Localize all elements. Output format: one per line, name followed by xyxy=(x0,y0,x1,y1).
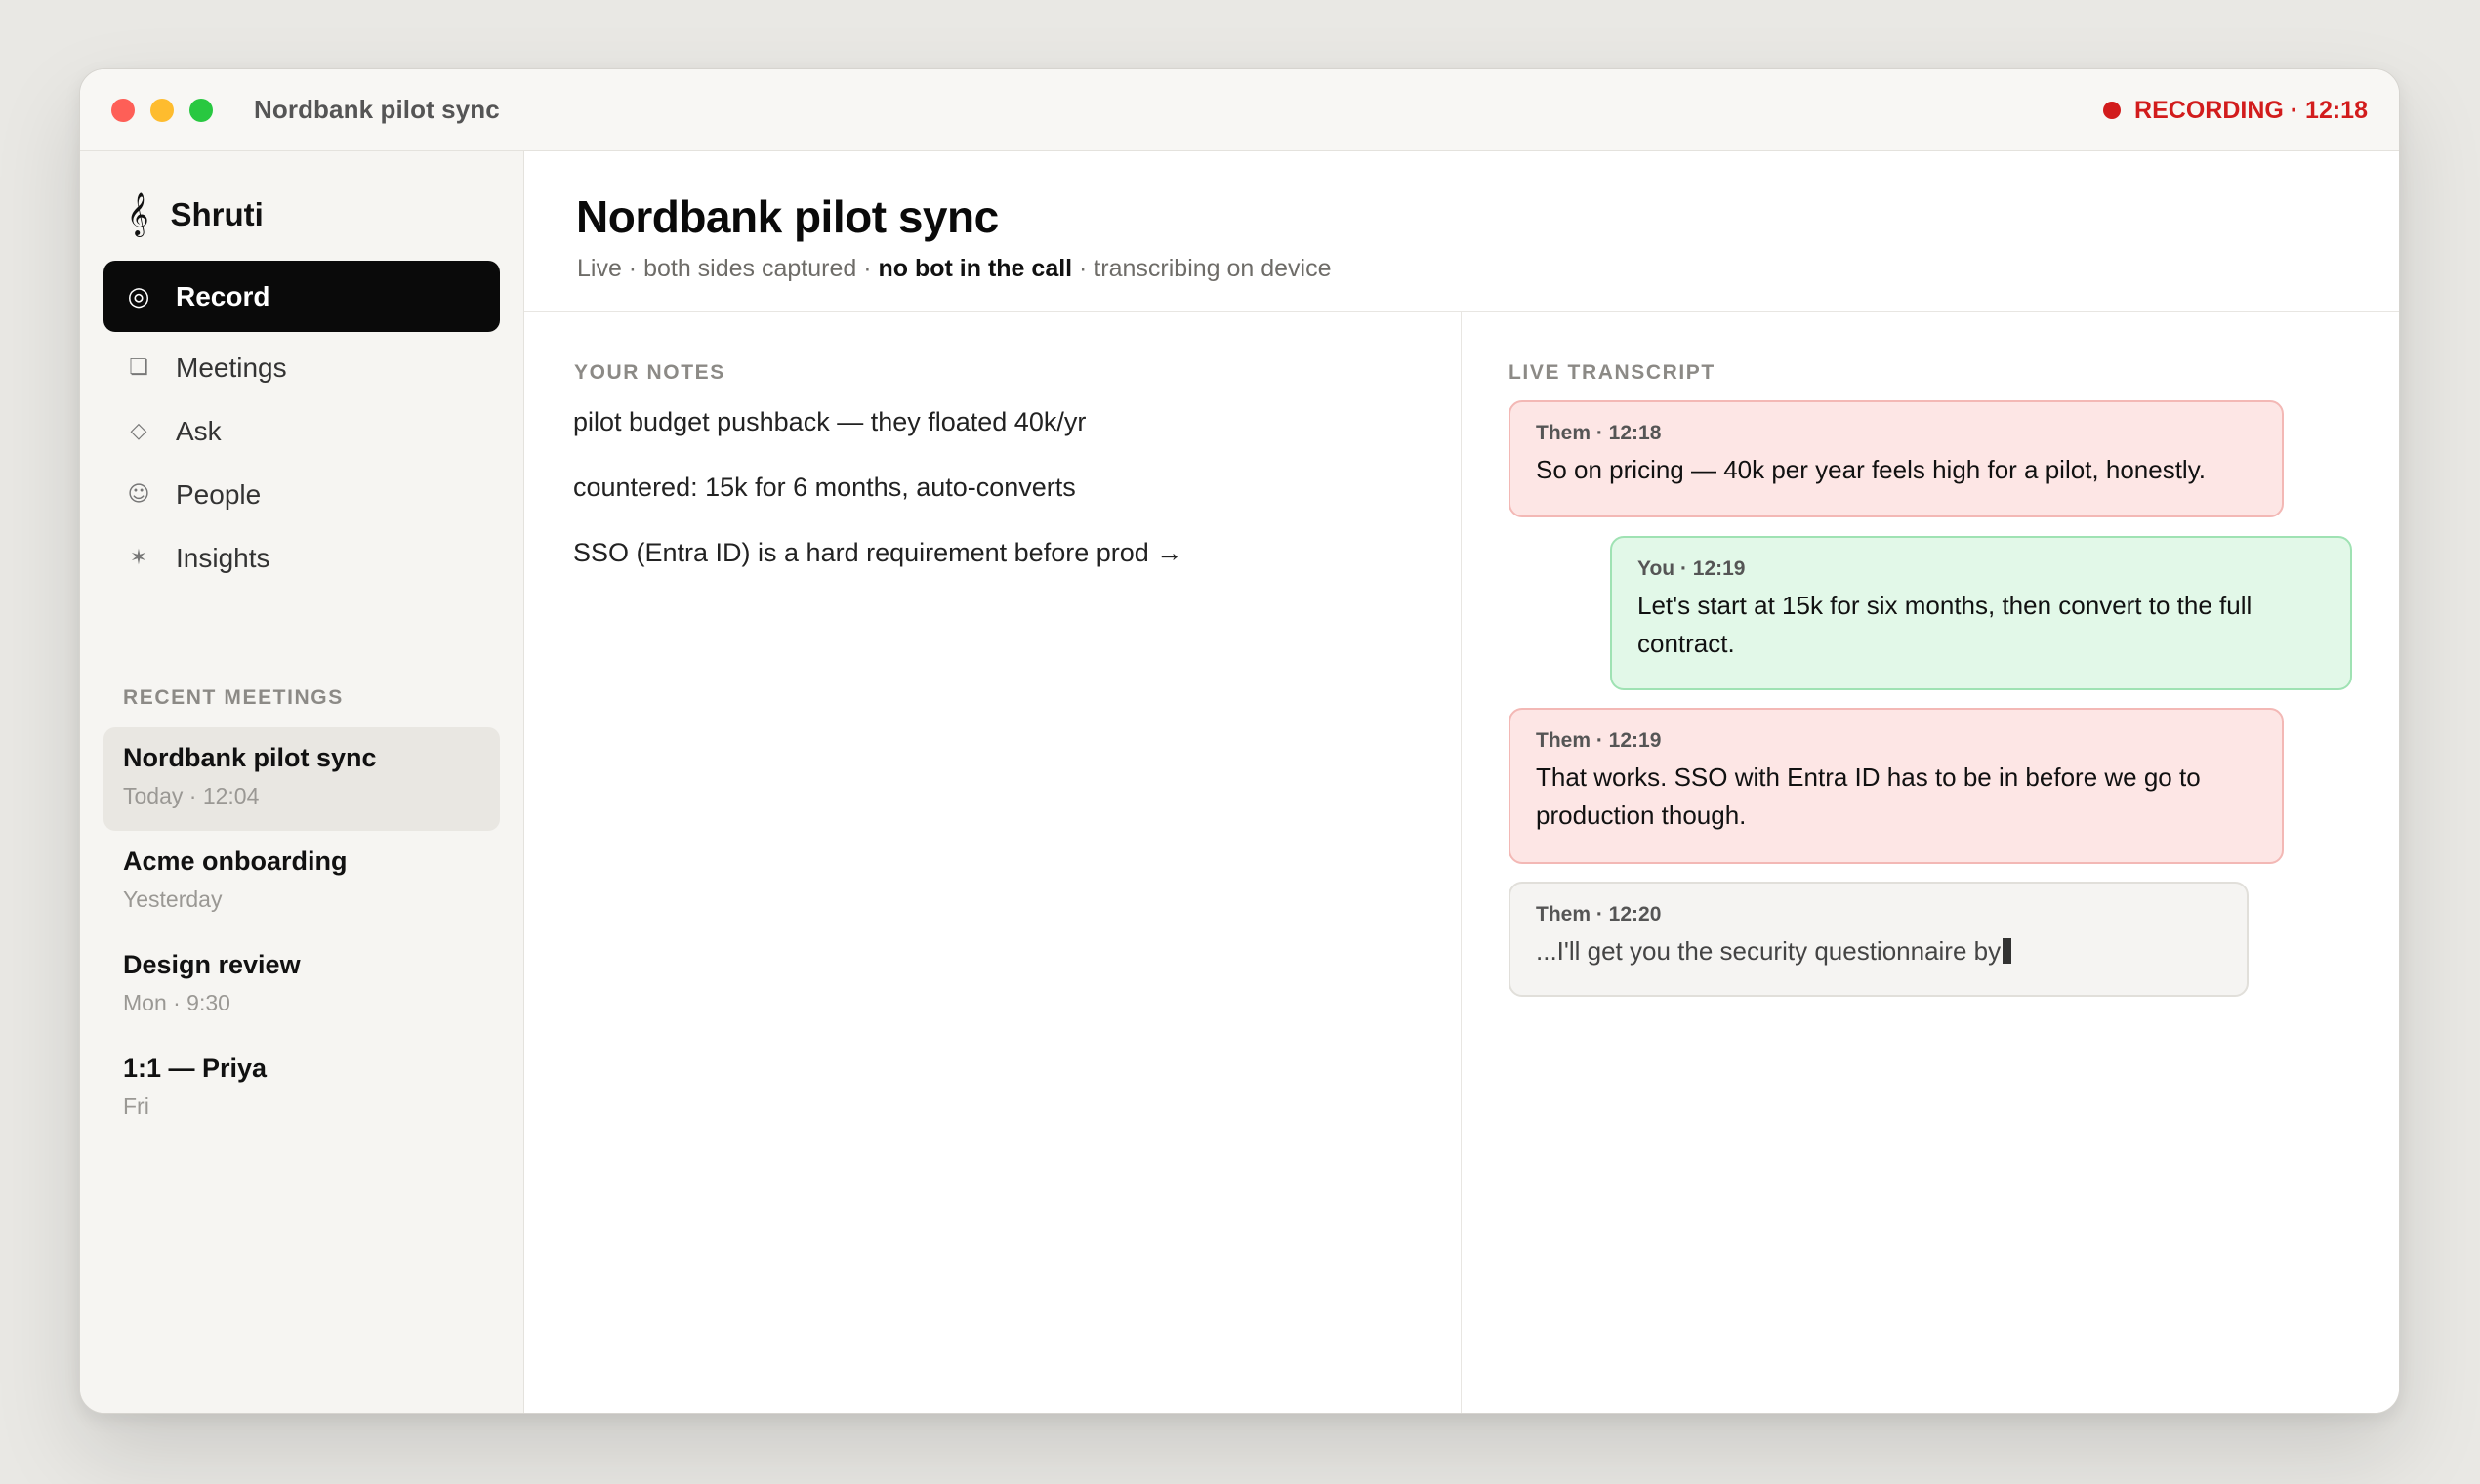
sidebar-item-record[interactable]: ◎ Record xyxy=(103,261,500,332)
meeting-status-emphasis: no bot in the call xyxy=(878,255,1073,282)
recent-meeting-title: 1:1 — Priya xyxy=(123,1053,268,1083)
transcript-message-them: Them · 12:19 That works. SSO with Entra … xyxy=(1509,708,2284,864)
treble-clef-icon: 𝄞 xyxy=(127,192,149,235)
zoom-window-button[interactable] xyxy=(189,98,213,122)
sidebar-item-ask[interactable]: ◇ Ask xyxy=(103,399,500,463)
recent-meeting-time: Fri xyxy=(123,1093,149,1119)
message-meta: Them · 12:18 xyxy=(1536,422,1662,444)
record-icon: ◎ xyxy=(127,281,150,311)
notes-heading: YOUR NOTES xyxy=(574,361,725,384)
recording-label: RECORDING · 12:18 xyxy=(2134,96,2368,124)
sidebar-item-insights[interactable]: ✶ Insights xyxy=(103,526,500,590)
meeting-status: Live · both sides captured · no bot in t… xyxy=(577,255,1332,283)
recent-meeting-item[interactable]: 1:1 — Priya Fri xyxy=(103,1038,500,1141)
app-window: Nordbank pilot sync RECORDING · 12:18 𝄞 … xyxy=(79,68,2400,1414)
close-window-button[interactable] xyxy=(111,98,135,122)
meeting-header: Nordbank pilot sync Live · both sides ca… xyxy=(524,151,2399,312)
transcript-message-live: Them · 12:20 ...I'll get you the securit… xyxy=(1509,882,2249,997)
main-panel: Nordbank pilot sync Live · both sides ca… xyxy=(524,151,2399,1413)
meeting-status-text: Live · both sides captured · xyxy=(577,255,879,282)
recent-meeting-item[interactable]: Design review Mon · 9:30 xyxy=(103,934,500,1038)
message-text: So on pricing — 40k per year feels high … xyxy=(1536,455,2207,484)
sidebar-item-meetings[interactable]: ❏ Meetings xyxy=(103,336,500,399)
recent-meetings-list: Nordbank pilot sync Today · 12:04 Acme o… xyxy=(103,727,500,1141)
brand: 𝄞 Shruti xyxy=(127,192,264,236)
transcript-message-you: You · 12:19 Let's start at 15k for six m… xyxy=(1610,536,2352,690)
page-title: Nordbank pilot sync xyxy=(576,191,999,242)
window-title: Nordbank pilot sync xyxy=(254,95,500,124)
insights-icon: ✶ xyxy=(129,546,148,570)
meeting-status-text: · transcribing on device xyxy=(1072,255,1332,282)
recent-meeting-title: Nordbank pilot sync xyxy=(123,743,377,772)
note-line[interactable]: SSO (Entra ID) is a hard requirement bef… xyxy=(573,536,1182,601)
window-controls xyxy=(111,98,213,122)
transcript-heading: LIVE TRANSCRIPT xyxy=(1509,361,1715,384)
message-text: That works. SSO with Entra ID has to be … xyxy=(1536,763,2201,830)
sidebar: 𝄞 Shruti ◎ Record ❏ Meetings ◇ Ask ☺ Peo… xyxy=(80,151,524,1413)
sidebar-item-label: Record xyxy=(176,280,270,311)
meetings-icon: ❏ xyxy=(129,355,148,380)
typing-caret-icon xyxy=(2003,938,2012,964)
sidebar-item-people[interactable]: ☺ People xyxy=(103,463,500,526)
recording-indicator[interactable]: RECORDING · 12:18 xyxy=(2103,69,2368,151)
sidebar-item-label: Insights xyxy=(176,542,270,573)
recent-meeting-time: Yesterday xyxy=(123,886,223,912)
recent-meeting-item[interactable]: Acme onboarding Yesterday xyxy=(103,831,500,934)
recording-dot-icon xyxy=(2103,102,2122,119)
title-bar: Nordbank pilot sync RECORDING · 12:18 xyxy=(80,69,2399,151)
brand-name: Shruti xyxy=(170,195,264,232)
transcript-message-them: Them · 12:18 So on pricing — 40k per yea… xyxy=(1509,400,2284,517)
ask-icon: ◇ xyxy=(130,419,147,443)
sidebar-nav: ◎ Record ❏ Meetings ◇ Ask ☺ People ✶ Ins… xyxy=(103,261,500,590)
recent-meeting-item[interactable]: Nordbank pilot sync Today · 12:04 xyxy=(103,727,500,831)
recent-meeting-time: Mon · 9:30 xyxy=(123,990,230,1015)
minimize-window-button[interactable] xyxy=(150,98,174,122)
message-meta: Them · 12:19 xyxy=(1536,729,1662,752)
notes-column[interactable]: YOUR NOTES pilot budget pushback — they … xyxy=(524,312,1462,1413)
recent-meetings-heading: RECENT MEETINGS xyxy=(123,686,344,709)
message-text: ...I'll get you the security questionnai… xyxy=(1536,936,2002,966)
message-text: Let's start at 15k for six months, then … xyxy=(1637,591,2253,658)
recent-meeting-time: Today · 12:04 xyxy=(123,783,260,808)
transcript-column: LIVE TRANSCRIPT Them · 12:18 So on prici… xyxy=(1462,312,2399,1413)
message-text-live: ...I'll get you the security questionnai… xyxy=(1536,932,2221,970)
recent-meeting-title: Design review xyxy=(123,950,301,979)
sidebar-item-label: Meetings xyxy=(176,351,287,383)
note-line[interactable]: countered: 15k for 6 months, auto-conver… xyxy=(573,471,1182,536)
message-meta: You · 12:19 xyxy=(1637,557,1746,580)
message-meta: Them · 12:20 xyxy=(1536,903,1662,926)
people-icon: ☺ xyxy=(127,482,150,507)
notes-list: pilot budget pushback — they floated 40k… xyxy=(573,405,1182,601)
recent-meeting-title: Acme onboarding xyxy=(123,846,348,876)
note-line[interactable]: pilot budget pushback — they floated 40k… xyxy=(573,405,1182,471)
sidebar-item-label: Ask xyxy=(176,415,222,446)
sidebar-item-label: People xyxy=(176,478,262,510)
